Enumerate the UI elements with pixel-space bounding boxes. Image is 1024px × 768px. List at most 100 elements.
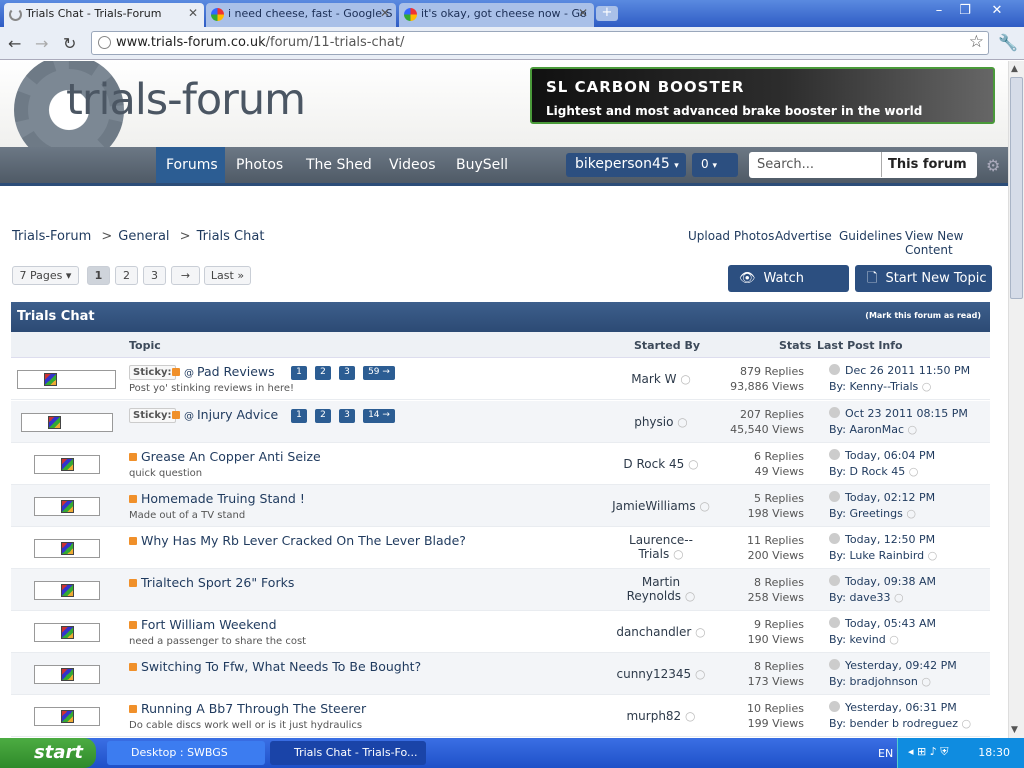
close-tab-icon[interactable]: ✕ xyxy=(578,6,588,20)
table-row[interactable]: Why Has My Rb Lever Cracked On The Lever… xyxy=(11,527,990,569)
topic-title-link[interactable]: Homemade Truing Stand ! xyxy=(129,491,305,506)
last-post-arrow-icon[interactable] xyxy=(829,364,840,375)
last-post-author[interactable]: By: Greetings xyxy=(829,507,903,520)
topic-starter[interactable]: D Rock 45 ○ xyxy=(606,457,716,471)
table-row[interactable]: Fort William Weekend need a passenger to … xyxy=(11,611,990,653)
breadcrumb-home[interactable]: Trials-Forum xyxy=(12,229,91,244)
mark-read-link[interactable]: (Mark this forum as read) xyxy=(865,311,981,320)
search-scope-button[interactable]: This forum xyxy=(881,152,967,177)
last-post-arrow-icon[interactable] xyxy=(829,617,840,628)
page-2-button[interactable]: 2 xyxy=(115,266,138,285)
topic-page-link[interactable]: 2 xyxy=(315,409,331,423)
topic-title-link[interactable]: Grease An Copper Anti Seize xyxy=(129,449,321,464)
nav-buysell[interactable]: BuySell xyxy=(446,147,518,183)
last-post-date[interactable]: Yesterday, 09:42 PM xyxy=(845,659,957,672)
last-post-author[interactable]: By: bender b rodreguez xyxy=(829,717,958,730)
tab-trials-chat[interactable]: Trials Chat - Trials-Forum ✕ xyxy=(4,3,204,27)
start-button[interactable]: start xyxy=(0,738,96,768)
last-page-button[interactable]: Last » xyxy=(204,266,251,285)
gear-icon[interactable]: ⚙ xyxy=(986,156,1000,175)
last-post-date[interactable]: Yesterday, 06:31 PM xyxy=(845,701,957,714)
last-post-author[interactable]: By: AaronMac xyxy=(829,423,904,436)
vertical-scrollbar[interactable]: ▲ ▼ xyxy=(1008,61,1024,738)
ad-banner[interactable]: SL CARBON BOOSTER Lightest and most adva… xyxy=(530,67,995,124)
new-tab-button[interactable]: + xyxy=(596,6,618,21)
topic-title-link[interactable]: Fort William Weekend xyxy=(129,617,277,632)
advertise-link[interactable]: Advertise xyxy=(775,229,832,243)
language-indicator[interactable]: EN xyxy=(878,747,893,760)
last-post-author[interactable]: By: dave33 xyxy=(829,591,890,604)
nav-videos[interactable]: Videos xyxy=(379,147,446,183)
back-icon[interactable]: ← xyxy=(8,34,21,53)
topic-title-link[interactable]: Switching To Ffw, What Needs To Be Bough… xyxy=(129,659,421,674)
close-tab-icon[interactable]: ✕ xyxy=(380,6,390,20)
topic-starter[interactable]: Mark W ○ xyxy=(606,372,716,386)
table-row[interactable]: Homemade Truing Stand ! Made out of a TV … xyxy=(11,485,990,527)
nav-photos[interactable]: Photos xyxy=(226,147,293,183)
last-post-arrow-icon[interactable] xyxy=(829,701,840,712)
reload-icon[interactable]: ↻ xyxy=(63,34,76,53)
breadcrumb-current[interactable]: Trials Chat xyxy=(197,229,265,244)
topic-title-link[interactable]: Why Has My Rb Lever Cracked On The Lever… xyxy=(129,533,466,548)
col-started-by[interactable]: Started By xyxy=(634,339,700,352)
task-browser[interactable]: Trials Chat - Trials-Fo... xyxy=(270,741,426,765)
tray-icons[interactable]: ◂ ⊞ ♪ ⛨ xyxy=(908,745,949,759)
last-post-arrow-icon[interactable] xyxy=(829,407,840,418)
notifications-button[interactable]: 0 ▾ xyxy=(692,153,738,177)
topic-page-link[interactable]: 3 xyxy=(339,366,355,380)
close-window-button[interactable]: ✕ xyxy=(986,2,1008,20)
bookmark-star-icon[interactable]: ☆ xyxy=(969,32,984,52)
last-post-date[interactable]: Today, 02:12 PM xyxy=(845,491,935,504)
address-bar[interactable]: www.trials-forum.co.uk/forum/11-trials-c… xyxy=(91,31,989,55)
task-desktop[interactable]: Desktop : SWBGS xyxy=(107,741,265,765)
last-post-arrow-icon[interactable] xyxy=(829,575,840,586)
topic-starter[interactable]: JamieWilliams ○ xyxy=(606,499,716,513)
last-post-arrow-icon[interactable] xyxy=(829,659,840,670)
last-post-date[interactable]: Today, 09:38 AM xyxy=(845,575,936,588)
scroll-up-icon[interactable]: ▲ xyxy=(1011,64,1018,74)
tab-cheese-search[interactable]: i need cheese, fast - Google S ✕ xyxy=(206,3,396,27)
guidelines-link[interactable]: Guidelines xyxy=(839,229,902,243)
site-logo[interactable]: trials-forum xyxy=(66,75,306,125)
next-page-button[interactable]: → xyxy=(171,266,200,285)
last-post-author[interactable]: By: D Rock 45 xyxy=(829,465,905,478)
minimize-button[interactable]: – xyxy=(928,2,950,20)
table-row[interactable]: Running A Bb7 Through The Steerer Do cabl… xyxy=(11,695,990,737)
topic-starter[interactable]: cunny12345 ○ xyxy=(606,667,716,681)
nav-forums[interactable]: Forums xyxy=(156,147,225,183)
table-row[interactable]: Switching To Ffw, What Needs To Be Bough… xyxy=(11,653,990,695)
breadcrumb-general[interactable]: General xyxy=(118,229,169,244)
last-post-date[interactable]: Today, 06:04 PM xyxy=(845,449,935,462)
topic-title-link[interactable]: @ Pad Reviews xyxy=(172,364,275,379)
table-row[interactable]: Grease An Copper Anti Seize quick questio… xyxy=(11,443,990,485)
scroll-thumb[interactable] xyxy=(1010,77,1023,299)
last-post-arrow-icon[interactable] xyxy=(829,533,840,544)
search-input[interactable]: Search... This forum xyxy=(749,152,977,178)
topic-page-link[interactable]: 2 xyxy=(315,366,331,380)
view-new-content-link[interactable]: View New Content xyxy=(905,229,1008,257)
last-post-author[interactable]: By: Luke Rainbird xyxy=(829,549,924,562)
table-row[interactable]: Sticky: @ Pad Reviews Post yo' stinking rev… xyxy=(11,358,990,400)
topic-title-link[interactable]: Trialtech Sport 26" Forks xyxy=(129,575,294,590)
col-topic[interactable]: Topic xyxy=(129,339,161,352)
topic-page-link[interactable]: 14 → xyxy=(363,409,395,423)
last-post-author[interactable]: By: kevind xyxy=(829,633,886,646)
topic-starter[interactable]: physio ○ xyxy=(606,415,716,429)
wrench-icon[interactable]: 🔧 xyxy=(998,33,1018,52)
topic-page-link[interactable]: 1 xyxy=(291,366,307,380)
upload-photos-link[interactable]: Upload Photos xyxy=(688,229,774,243)
page-1-button[interactable]: 1 xyxy=(87,266,110,285)
close-tab-icon[interactable]: ✕ xyxy=(188,6,198,20)
topic-title-link[interactable]: @ Injury Advice xyxy=(172,407,278,422)
last-post-arrow-icon[interactable] xyxy=(829,491,840,502)
col-stats[interactable]: Stats xyxy=(779,339,811,352)
topic-page-link[interactable]: 59 → xyxy=(363,366,395,380)
last-post-date[interactable]: Oct 23 2011 08:15 PM xyxy=(845,407,968,420)
forward-icon[interactable]: → xyxy=(35,34,48,53)
last-post-arrow-icon[interactable] xyxy=(829,449,840,460)
user-menu-button[interactable]: bikeperson45 ▾ xyxy=(566,153,686,177)
nav-the-shed[interactable]: The Shed xyxy=(296,147,382,183)
topic-page-link[interactable]: 1 xyxy=(291,409,307,423)
topic-starter[interactable]: murph82 ○ xyxy=(606,709,716,723)
watch-forum-button[interactable]: 👁Watch Forum xyxy=(728,265,849,313)
